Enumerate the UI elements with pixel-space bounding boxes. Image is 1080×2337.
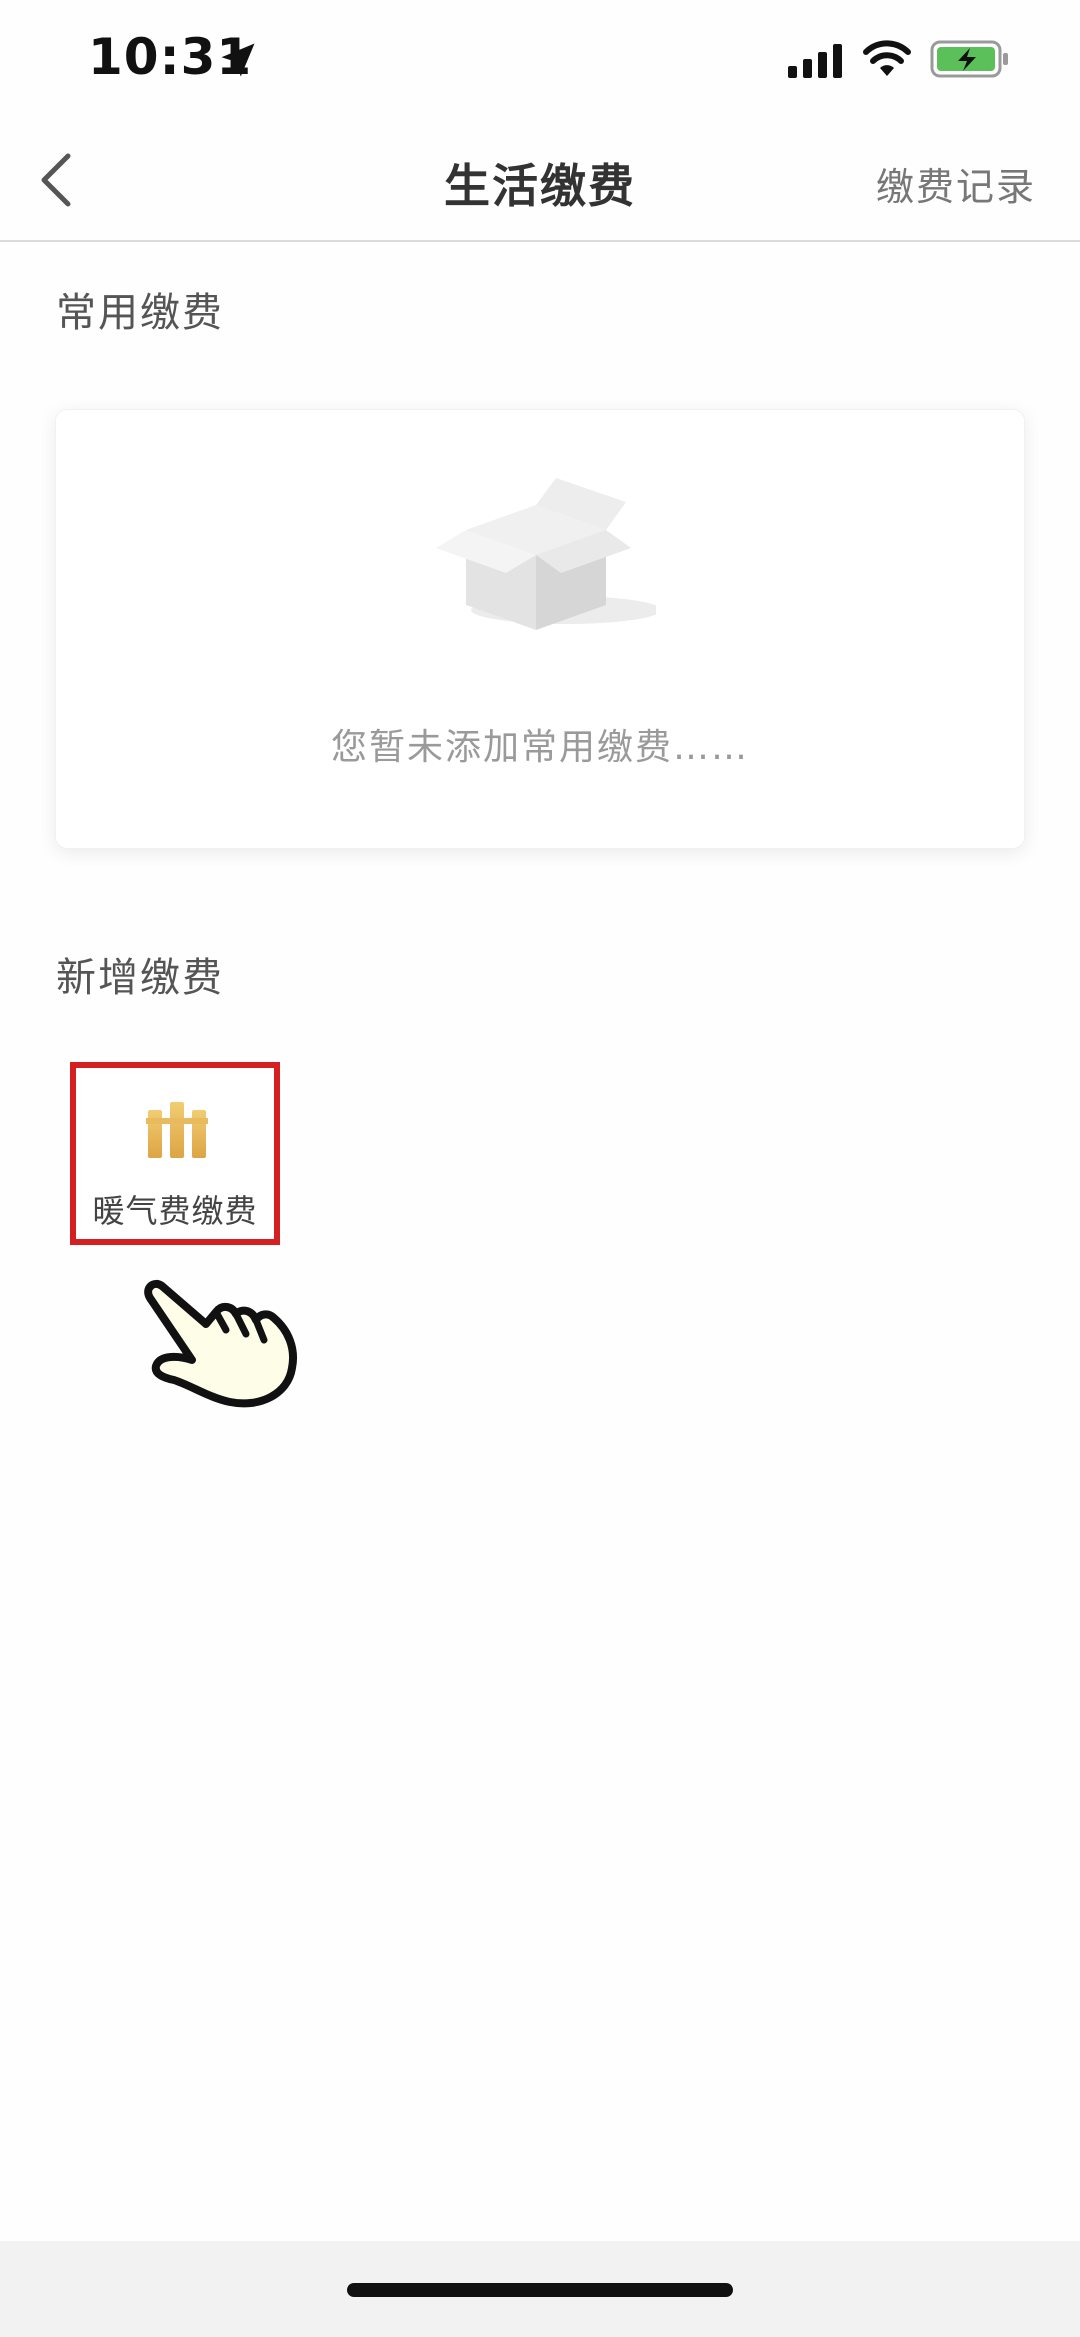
status-bar: 10:31 [0,0,1080,120]
payment-records-link[interactable]: 缴费记录 [876,156,1036,211]
pointing-hand-icon [144,1279,297,1408]
radiator-icon [146,1102,208,1158]
empty-message: 您暂未添加常用缴费…… [330,727,749,768]
nav-bar: 生活缴费 缴费记录 [0,120,1080,242]
new-payments-title: 新增缴费 [56,955,224,1001]
empty-box-icon [436,478,656,630]
wifi-icon [863,40,911,76]
location-arrow-icon [221,43,255,77]
heating-fee-label: 暖气费缴费 [92,1192,258,1230]
home-indicator-area [0,2241,1080,2337]
common-payments-empty-card: 您暂未添加常用缴费…… [55,409,1025,849]
battery-charging-icon [930,40,1008,78]
common-payments-title: 常用缴费 [56,290,224,336]
cellular-signal-icon [788,44,842,78]
home-indicator[interactable] [347,2283,733,2297]
heating-fee-tile[interactable]: 暖气费缴费 [70,1062,280,1245]
